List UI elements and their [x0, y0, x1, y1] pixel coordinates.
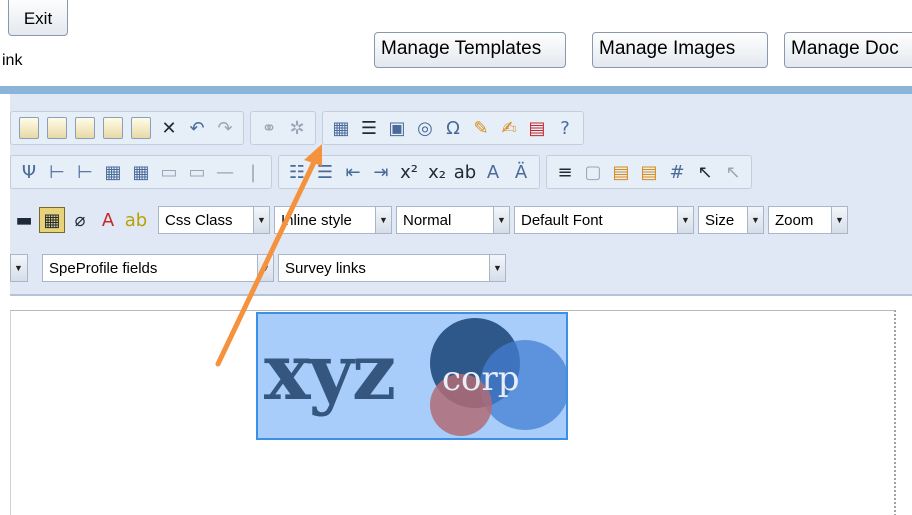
toolbar-row-2: Ψ ⊢ ⊢ ▦ ▦ ▭ ▭ — | ☷ ☰ ⇤ ⇥ x² x₂ ab A Ä ≡…: [10, 152, 758, 192]
help-icon[interactable]: ?: [552, 115, 578, 141]
insert-col-icon[interactable]: ⊢: [44, 159, 70, 185]
hr-icon[interactable]: —: [212, 159, 238, 185]
format-group: ☷ ☰ ⇤ ⇥ x² x₂ ab A Ä: [278, 155, 540, 189]
grow-font-icon[interactable]: A: [480, 159, 506, 185]
link-icon[interactable]: ⚭: [256, 115, 282, 141]
chevron-down-icon: ▼: [493, 207, 509, 233]
paste-icon[interactable]: [47, 117, 67, 139]
size-select[interactable]: Size ▼: [698, 206, 764, 234]
zoom-select[interactable]: Zoom ▼: [768, 206, 848, 234]
editor-toolbar: ✕ ↶ ↷ ⚭ ✲ ▦ ☰ ▣ ◎ Ω ✎ ✍ ▤ ? Ψ ⊢ ⊢ ▦ ▦ ▭ …: [10, 94, 912, 296]
shrink-font-icon[interactable]: Ä: [508, 159, 534, 185]
css-class-value: Css Class: [165, 211, 233, 229]
outdent-icon[interactable]: ⇤: [340, 159, 366, 185]
toolbar-row-4: ▼ SpeProfile fields ▼ Survey links ▼: [10, 248, 510, 288]
chevron-down-icon: ▼: [375, 207, 391, 233]
company-logo-image[interactable]: xyz corp: [256, 312, 568, 440]
cursor-icon[interactable]: ↖: [692, 159, 718, 185]
profile-fields-select[interactable]: SpeProfile fields ▼: [42, 254, 274, 282]
table-group: Ψ ⊢ ⊢ ▦ ▦ ▭ ▭ — |: [10, 155, 272, 189]
format-value: Normal: [403, 211, 452, 229]
copy-icon[interactable]: [19, 117, 39, 139]
paste-text-icon[interactable]: [75, 117, 95, 139]
box-icon[interactable]: ▢: [580, 159, 606, 185]
chevron-down-icon: ▼: [831, 207, 847, 233]
insert-row-icon[interactable]: Ψ: [16, 159, 42, 185]
table-icon[interactable]: ▦: [100, 159, 126, 185]
zoom-value: Zoom: [775, 211, 814, 229]
exit-button[interactable]: Exit: [8, 0, 68, 36]
manage-templates-button[interactable]: Manage Templates: [374, 32, 566, 68]
highlight-icon[interactable]: ▦: [39, 207, 65, 233]
unlink-icon[interactable]: ✲: [284, 115, 310, 141]
grid-icon[interactable]: #: [664, 159, 690, 185]
font-color-icon[interactable]: A: [95, 207, 121, 233]
survey-links-select[interactable]: Survey links ▼: [278, 254, 506, 282]
leftmost-select[interactable]: ▼: [10, 254, 28, 282]
inline-style-value: Inline style: [281, 211, 352, 229]
manage-documents-button[interactable]: Manage Doc: [784, 32, 912, 68]
spellcheck-icon[interactable]: ☰: [356, 115, 382, 141]
paste-html-icon[interactable]: [131, 117, 151, 139]
find-icon[interactable]: ▦: [328, 115, 354, 141]
manage-images-button[interactable]: Manage Images: [592, 32, 768, 68]
anchor-icon[interactable]: ◎: [412, 115, 438, 141]
table-props-icon[interactable]: ▦: [128, 159, 154, 185]
pipe-icon[interactable]: |: [240, 159, 266, 185]
profile-fields-value: SpeProfile fields: [49, 259, 158, 277]
paste-word-icon[interactable]: [103, 117, 123, 139]
subscript-icon[interactable]: x₂: [424, 159, 450, 185]
insert-group: ▦ ☰ ▣ ◎ Ω ✎ ✍ ▤ ?: [322, 111, 584, 145]
bg-color-icon[interactable]: ▬: [11, 207, 37, 233]
css-class-select[interactable]: Css Class ▼: [158, 206, 270, 234]
justify-icon[interactable]: ≡: [552, 159, 578, 185]
eraser-icon[interactable]: ⌀: [67, 207, 93, 233]
logo-text-main: xyz: [264, 327, 396, 418]
toolbar-row-3: ▬ ▦ ⌀ A ab Css Class ▼ Inline style ▼ No…: [10, 200, 852, 240]
edit-icon[interactable]: ✍: [496, 115, 522, 141]
merge-icon[interactable]: ▭: [156, 159, 182, 185]
stamp-icon[interactable]: ✎: [468, 115, 494, 141]
ordered-list-icon[interactable]: ☷: [284, 159, 310, 185]
font-value: Default Font: [521, 211, 603, 229]
paste-style-icon[interactable]: ▤: [636, 159, 662, 185]
chevron-down-icon: ▼: [253, 207, 269, 233]
highlight-color-icon[interactable]: ab: [123, 207, 149, 233]
redo-icon[interactable]: ↷: [212, 115, 238, 141]
inline-style-select[interactable]: Inline style ▼: [274, 206, 392, 234]
superscript-icon[interactable]: x²: [396, 159, 422, 185]
undo-icon[interactable]: ↶: [184, 115, 210, 141]
chevron-down-icon: ▼: [11, 255, 27, 281]
cell-icon[interactable]: ▭: [184, 159, 210, 185]
extra-group: ≡ ▢ ▤ ▤ # ↖ ↖: [546, 155, 752, 189]
form-icon[interactable]: ▣: [384, 115, 410, 141]
size-value: Size: [705, 211, 735, 229]
chevron-down-icon: ▼: [489, 255, 505, 281]
chevron-down-icon: ▼: [257, 255, 273, 281]
select-icon[interactable]: ↖: [720, 159, 746, 185]
clipboard-group: ✕ ↶ ↷: [10, 111, 244, 145]
header-divider: [0, 86, 912, 94]
link-group: ⚭ ✲: [250, 111, 316, 145]
special-char-icon[interactable]: Ω: [440, 115, 466, 141]
indent-icon[interactable]: ⇥: [368, 159, 394, 185]
font-select[interactable]: Default Font ▼: [514, 206, 694, 234]
logo-text-sub: corp: [442, 359, 520, 399]
survey-links-value: Survey links: [285, 259, 366, 277]
pdf-icon[interactable]: ▤: [524, 115, 550, 141]
delete-icon[interactable]: ✕: [156, 115, 182, 141]
strike-icon[interactable]: ab: [452, 159, 478, 185]
format-select[interactable]: Normal ▼: [396, 206, 510, 234]
unordered-list-icon[interactable]: ☰: [312, 159, 338, 185]
chevron-down-icon: ▼: [677, 207, 693, 233]
split-cell-icon[interactable]: ⊢: [72, 159, 98, 185]
chevron-down-icon: ▼: [747, 207, 763, 233]
blank-label: ink: [2, 52, 23, 69]
toolbar-row-1: ✕ ↶ ↷ ⚭ ✲ ▦ ☰ ▣ ◎ Ω ✎ ✍ ▤ ?: [10, 108, 590, 148]
copy-style-icon[interactable]: ▤: [608, 159, 634, 185]
